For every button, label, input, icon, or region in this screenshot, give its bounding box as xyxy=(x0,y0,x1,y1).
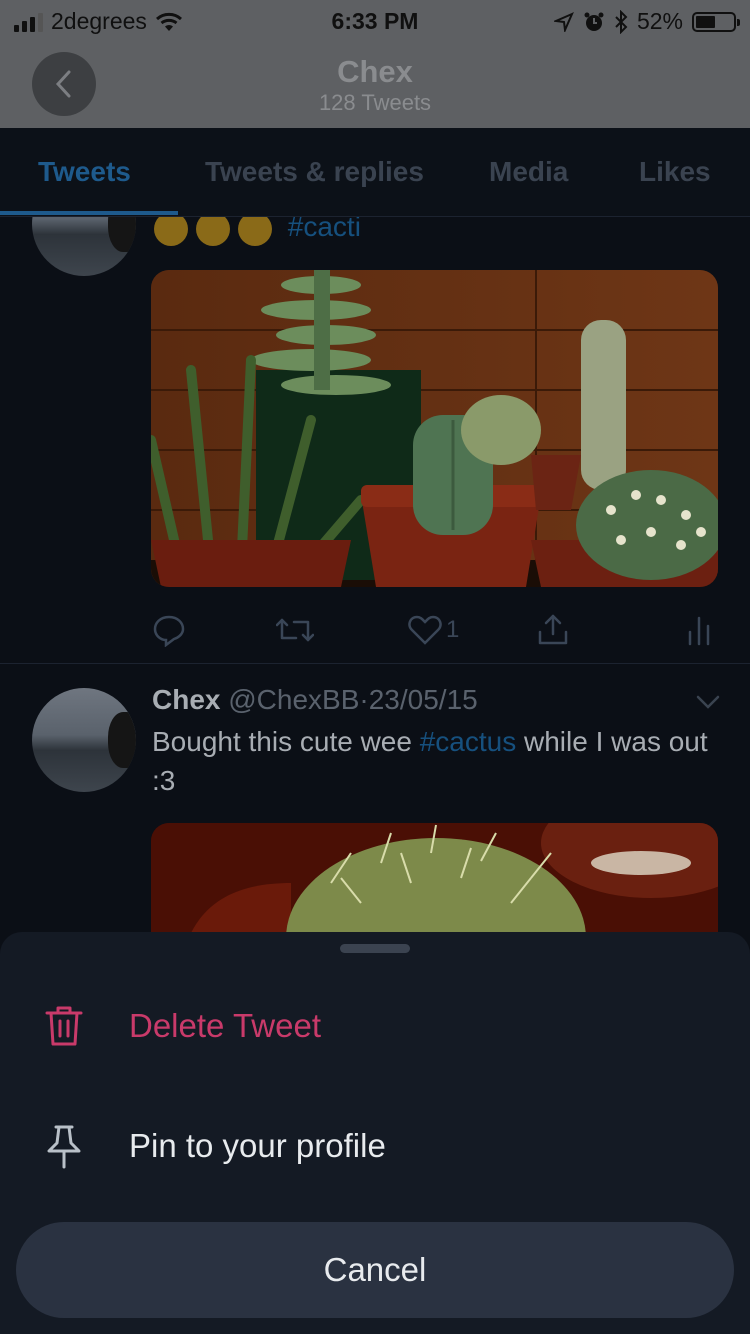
tweet-2-text: Bought this cute wee #cactus while I was… xyxy=(152,722,722,800)
like-count: 1 xyxy=(446,616,460,643)
heart-icon[interactable] xyxy=(408,614,442,646)
tweet-1-actions: 1 xyxy=(152,610,718,650)
tab-tweets-replies[interactable]: Tweets & replies xyxy=(205,128,424,216)
cactus-closeup-photo[interactable] xyxy=(151,823,718,933)
trash-icon xyxy=(45,1006,83,1046)
chevron-down-icon[interactable] xyxy=(696,694,720,710)
share-icon[interactable] xyxy=(536,612,570,646)
analytics-icon[interactable] xyxy=(686,614,712,646)
battery-percent: 52% xyxy=(636,8,683,34)
pin-profile-option[interactable]: Pin to your profile xyxy=(44,1116,386,1176)
tweet-date: 23/05/15 xyxy=(368,684,478,715)
sheet-drag-handle[interactable] xyxy=(340,944,410,953)
avatar[interactable] xyxy=(32,217,136,276)
reply-icon[interactable] xyxy=(152,613,186,647)
cactus-plants-photo[interactable] xyxy=(151,270,718,587)
retweet-icon[interactable] xyxy=(276,614,314,646)
delete-tweet-label: Delete Tweet xyxy=(129,1007,322,1044)
active-tab-indicator xyxy=(0,211,178,215)
author-handle[interactable]: @ChexBB xyxy=(228,684,359,715)
relieved-face-emoji xyxy=(196,217,230,246)
bluetooth-icon xyxy=(615,9,628,34)
profile-tabs: Tweets Tweets & replies Media Likes xyxy=(0,128,750,217)
tab-tweets[interactable]: Tweets xyxy=(38,128,131,216)
hashtag-link[interactable]: #cacti xyxy=(288,217,361,242)
meta-separator: · xyxy=(359,684,369,715)
battery-icon xyxy=(692,11,740,32)
location-icon xyxy=(553,11,574,32)
author-name[interactable]: Chex xyxy=(152,684,220,715)
profile-name: Chex xyxy=(337,54,413,89)
tweet-count: 128 Tweets xyxy=(318,90,432,115)
tweet-1-text: #cacti xyxy=(154,217,361,246)
tweet-2-meta: Chex @ChexBB·23/05/15 xyxy=(152,684,478,716)
tab-media[interactable]: Media xyxy=(489,128,568,216)
relieved-face-emoji xyxy=(154,217,188,246)
relieved-face-emoji xyxy=(238,217,272,246)
delete-tweet-option[interactable]: Delete Tweet xyxy=(44,996,321,1056)
tweet-text-part: Bought this cute wee xyxy=(152,726,420,757)
tab-likes[interactable]: Likes xyxy=(639,128,711,216)
hashtag-link[interactable]: #cactus xyxy=(420,726,517,757)
status-bar-right: 52% xyxy=(553,8,740,35)
avatar[interactable] xyxy=(32,688,136,792)
alarm-icon xyxy=(584,12,604,31)
cancel-button[interactable]: Cancel xyxy=(16,1222,734,1318)
pin-profile-label: Pin to your profile xyxy=(129,1127,386,1164)
pin-icon xyxy=(47,1125,81,1169)
